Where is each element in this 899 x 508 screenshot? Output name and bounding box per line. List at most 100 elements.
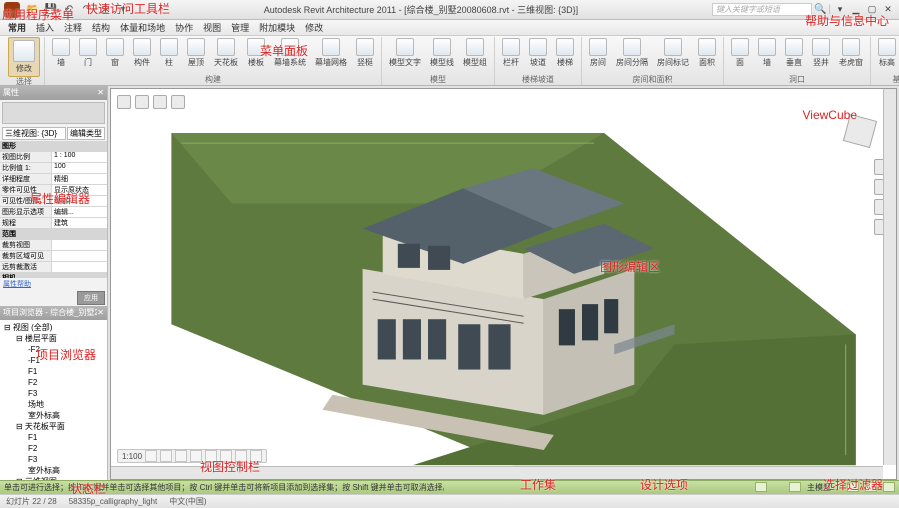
ribbon-tab[interactable]: 视图 — [203, 20, 221, 35]
ribbon-button[interactable]: 标高 — [875, 37, 899, 75]
ribbon-button[interactable]: 门 — [76, 37, 100, 75]
viewport[interactable]: 1:100 — [110, 88, 897, 480]
properties-help-link[interactable]: 属性帮助 — [0, 278, 107, 290]
property-row[interactable]: 比例值 1:100 — [0, 163, 107, 174]
ribbon-button[interactable]: 竖井 — [809, 37, 833, 75]
properties-grid[interactable]: 图形视图比例1 : 100比例值 1:100详细程度精细零件可见性显示原状态可见… — [0, 141, 107, 278]
ribbon-tab[interactable]: 体量和场地 — [120, 20, 165, 35]
maximize-icon[interactable]: ▢ — [865, 4, 879, 16]
crop-icon[interactable] — [205, 450, 217, 462]
crop-region-icon[interactable] — [220, 450, 232, 462]
property-row[interactable]: 裁剪视图 — [0, 240, 107, 251]
ribbon-button[interactable]: 面 — [728, 37, 752, 75]
ribbon-button[interactable]: 模型文字 — [386, 37, 424, 75]
ribbon-button[interactable]: 柱 — [157, 37, 181, 75]
ribbon-button[interactable]: 房间 — [586, 37, 610, 75]
property-row[interactable]: 视图比例1 : 100 — [0, 152, 107, 163]
ribbon-button[interactable]: 楼板 — [244, 37, 268, 75]
nav-menu-icon[interactable] — [153, 95, 167, 109]
ribbon-button[interactable]: 窗 — [103, 37, 127, 75]
nav-forward-icon[interactable] — [135, 95, 149, 109]
qat-save-icon[interactable]: 💾 — [44, 3, 58, 17]
edit-type-button[interactable]: 编辑类型 — [67, 127, 105, 140]
qat-more-icon[interactable]: ▾ — [116, 3, 130, 17]
lock3d-icon[interactable] — [235, 450, 247, 462]
property-row[interactable]: 裁剪区域可见 — [0, 251, 107, 262]
ribbon-button[interactable]: 墙 — [755, 37, 779, 75]
extra-icon[interactable] — [883, 482, 895, 492]
tree-node[interactable]: 场地 — [2, 399, 105, 410]
tree-node[interactable]: ⊟ 天花板平面 — [2, 421, 105, 432]
detail-level-icon[interactable] — [145, 450, 157, 462]
tree-node[interactable]: ⊟ 视图 (全部) — [2, 322, 105, 333]
help-dropdown-icon[interactable]: ▾ — [833, 4, 847, 16]
nav-steering-icon[interactable] — [171, 95, 185, 109]
property-row[interactable]: 图形显示选项编辑... — [0, 207, 107, 218]
qat-redo-icon[interactable]: ↷ — [80, 3, 94, 17]
tree-node[interactable]: -F1 — [2, 355, 105, 366]
application-menu-button[interactable] — [4, 2, 20, 18]
ribbon-button[interactable]: 模型线 — [427, 37, 457, 75]
tree-node[interactable]: F1 — [2, 432, 105, 443]
ribbon-button[interactable]: 面积 — [695, 37, 719, 75]
design-options-label[interactable]: 主模型 — [807, 482, 831, 493]
panel-close-icon[interactable]: ✕ — [97, 306, 104, 320]
tree-node[interactable]: 室外标高 — [2, 410, 105, 421]
ribbon-button[interactable]: 修改 — [8, 37, 40, 77]
tree-node[interactable]: F2 — [2, 443, 105, 454]
ribbon-button[interactable]: 老虎窗 — [836, 37, 866, 75]
property-row[interactable]: 详细程度精细 — [0, 174, 107, 185]
selection-filter-icon[interactable] — [847, 482, 859, 492]
ribbon-button[interactable]: 屋顶 — [184, 37, 208, 75]
horizontal-scrollbar[interactable] — [111, 466, 883, 479]
ribbon-tab[interactable]: 修改 — [305, 20, 323, 35]
property-row[interactable]: 可见性/图形...编辑... — [0, 196, 107, 207]
ribbon-tab[interactable]: 管理 — [231, 20, 249, 35]
type-selector[interactable]: 三维视图: {3D} 编辑类型 — [2, 127, 105, 140]
design-options-icon[interactable] — [789, 482, 801, 492]
zoom-icon[interactable] — [865, 482, 877, 492]
vertical-scrollbar[interactable] — [883, 89, 896, 465]
ribbon-button[interactable]: 天花板 — [211, 37, 241, 75]
qat-print-icon[interactable]: ⎙ — [98, 3, 112, 17]
ribbon-tab[interactable]: 协作 — [175, 20, 193, 35]
shadow-icon[interactable] — [190, 450, 202, 462]
qat-undo-icon[interactable]: ↶ — [62, 3, 76, 17]
search-icon[interactable]: 🔍 — [814, 4, 826, 15]
ribbon-button[interactable]: 栏杆 — [499, 37, 523, 75]
ribbon-button[interactable]: 构件 — [130, 37, 154, 75]
tree-node[interactable]: F1 — [2, 366, 105, 377]
ribbon-tab[interactable]: 结构 — [92, 20, 110, 35]
ribbon-tab[interactable]: 插入 — [36, 20, 54, 35]
tree-node[interactable]: F3 — [2, 388, 105, 399]
temp-hide-icon[interactable] — [250, 450, 262, 462]
ribbon-button[interactable]: 房间分隔 — [613, 37, 651, 75]
project-browser-header[interactable]: 项目浏览器 - 综合楼_别墅20080608.rvt✕ — [0, 306, 107, 320]
tree-node[interactable]: -F2 — [2, 344, 105, 355]
panel-close-icon[interactable]: ✕ — [97, 86, 104, 100]
sun-path-icon[interactable] — [175, 450, 187, 462]
ribbon-tab[interactable]: 注释 — [64, 20, 82, 35]
ribbon-button[interactable]: 幕墙网格 — [312, 37, 350, 75]
ribbon-button[interactable]: 幕墙系统 — [271, 37, 309, 75]
ribbon-tab[interactable]: 常用 — [8, 20, 26, 35]
property-row[interactable]: 零件可见性显示原状态 — [0, 185, 107, 196]
ribbon-button[interactable]: 楼梯 — [553, 37, 577, 75]
ribbon-button[interactable]: 墙 — [49, 37, 73, 75]
tree-node[interactable]: F3 — [2, 454, 105, 465]
tree-node[interactable]: F2 — [2, 377, 105, 388]
ribbon-button[interactable]: 房间标记 — [654, 37, 692, 75]
property-row[interactable]: 规程建筑 — [0, 218, 107, 229]
ribbon-tab[interactable]: 附加模块 — [259, 20, 295, 35]
apply-button[interactable]: 应用 — [77, 291, 105, 305]
property-row[interactable]: 远剪裁激活 — [0, 262, 107, 273]
ribbon-button[interactable]: 竖梃 — [353, 37, 377, 75]
close-icon[interactable]: ✕ — [881, 4, 895, 16]
ribbon-button[interactable]: 垂直 — [782, 37, 806, 75]
properties-header[interactable]: 属性✕ — [0, 86, 107, 100]
project-tree[interactable]: ⊟ 视图 (全部)⊟ 楼层平面-F2-F1F1F2F3场地室外标高⊟ 天花板平面… — [0, 320, 107, 480]
minimize-icon[interactable]: ▁ — [849, 4, 863, 16]
visual-style-icon[interactable] — [160, 450, 172, 462]
tree-node[interactable]: 室外标高 — [2, 465, 105, 476]
tree-node[interactable]: ⊟ 楼层平面 — [2, 333, 105, 344]
